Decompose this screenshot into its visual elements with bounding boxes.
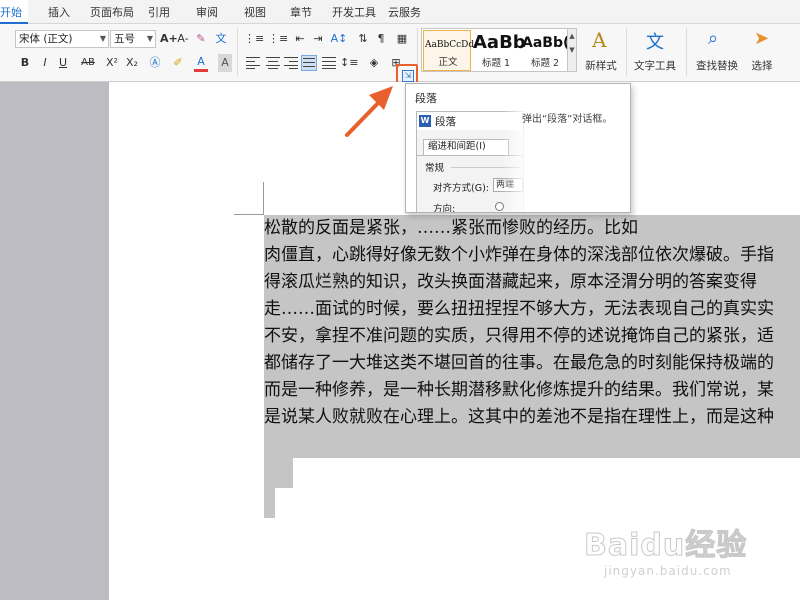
watermark-url: jingyan.baidu.com [604,564,732,578]
baidu-jingyan-logo: Baidu经验 [583,528,748,564]
baidu-watermark: Baidu经验 jingyan.baidu.com [583,520,764,590]
annotation-arrow-icon [345,86,393,137]
